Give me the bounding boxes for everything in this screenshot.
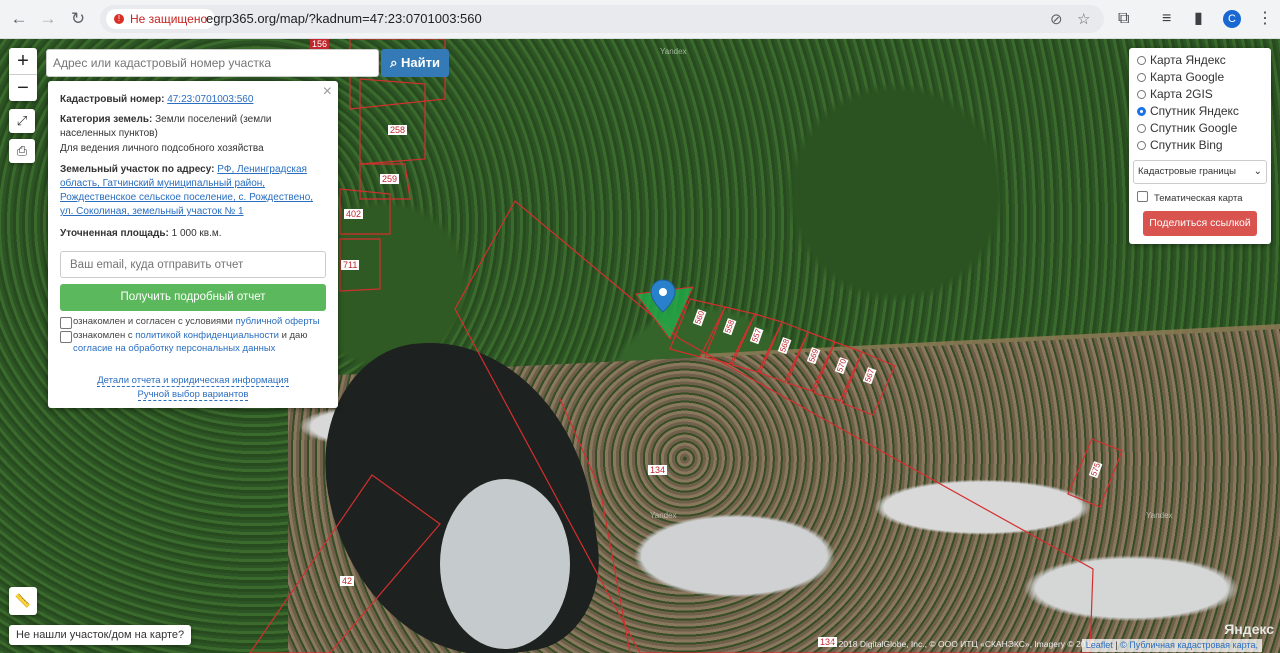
search-icon: ⌕ bbox=[390, 55, 398, 70]
radio-icon[interactable] bbox=[1137, 107, 1146, 116]
zoom-control: + − bbox=[9, 48, 37, 101]
search-input[interactable] bbox=[46, 49, 379, 77]
layer-option-bing-satellite[interactable]: Спутник Bing bbox=[1137, 138, 1223, 153]
usage-value: Для ведения личного подсобного хозяйства bbox=[60, 143, 264, 154]
layer-option-yandex-satellite[interactable]: Спутник Яндекс bbox=[1137, 104, 1239, 119]
cadastral-map-link[interactable]: © Публичная кадастровая карта, bbox=[1120, 640, 1258, 650]
map-attribution: Leaflet | © Публичная кадастровая карта, bbox=[1081, 639, 1262, 652]
parcel-label[interactable]: 258 bbox=[388, 125, 408, 135]
layer-option-yandex-map[interactable]: Карта Яндекс bbox=[1137, 53, 1226, 68]
layer-label: Спутник Яндекс bbox=[1150, 104, 1239, 118]
not-found-button[interactable]: Не нашли участок/дом на карте? bbox=[9, 625, 192, 645]
parcel-info-popup: × Кадастровый номер: 47:23:0701003:560 К… bbox=[48, 81, 338, 408]
zoom-in-button[interactable]: + bbox=[9, 48, 37, 74]
eye-off-icon[interactable]: ⊘ bbox=[1050, 10, 1063, 28]
thematic-map-toggle[interactable]: Тематическая карта bbox=[1137, 191, 1242, 205]
parcel-label[interactable]: 134 bbox=[648, 465, 668, 475]
layer-label: Спутник Bing bbox=[1150, 138, 1223, 152]
address-label: Земельный участок по адресу: bbox=[60, 164, 215, 175]
offer-checkbox[interactable] bbox=[60, 317, 72, 329]
profile-avatar[interactable]: C bbox=[1223, 10, 1241, 28]
layer-option-2gis-map[interactable]: Карта 2GIS bbox=[1137, 87, 1213, 102]
privacy-link[interactable]: политикой конфиденциальности bbox=[135, 330, 279, 341]
search-button-label: Найти bbox=[400, 55, 440, 70]
address-row: Земельный участок по адресу: РФ, Ленингр… bbox=[60, 163, 320, 219]
imagery-copyright: © 2018 DigitalGlobe, Inc., © ООО ИТЦ «СК… bbox=[830, 639, 1095, 649]
url-text[interactable]: egrp365.org/map/?kadnum=47:23:0701003:56… bbox=[206, 11, 482, 27]
reload-icon[interactable]: ↻ bbox=[67, 8, 89, 30]
back-icon[interactable]: ← bbox=[8, 8, 30, 30]
area-row: Уточненная площадь: 1 000 кв.м. bbox=[60, 227, 320, 241]
search-button[interactable]: ⌕ Найти bbox=[381, 49, 449, 77]
layer-label: Карта 2GIS bbox=[1150, 87, 1213, 101]
layer-option-google-map[interactable]: Карта Google bbox=[1137, 70, 1224, 85]
cadastral-number-link[interactable]: 47:23:0701003:560 bbox=[167, 94, 253, 105]
get-report-button[interactable]: Получить подробный отчет bbox=[60, 284, 326, 311]
extensions-icon[interactable]: ⧉ bbox=[1118, 9, 1129, 29]
manual-select-link[interactable]: Ручной выбор вариантов bbox=[48, 389, 338, 401]
attribution-separator: | bbox=[1115, 640, 1118, 650]
overlay-select-value: Кадастровые границы bbox=[1138, 166, 1236, 177]
details-link-text[interactable]: Детали отчета и юридическая информация bbox=[97, 375, 289, 387]
email-field[interactable] bbox=[60, 251, 326, 278]
print-icon[interactable]: ⎙ bbox=[9, 139, 35, 163]
radio-icon[interactable] bbox=[1137, 90, 1146, 99]
warning-icon: ! bbox=[114, 14, 124, 24]
privacy-consent-text: ознакомлен с политикой конфиденциальност… bbox=[73, 329, 323, 355]
parcel-label[interactable]: 711 bbox=[341, 260, 360, 270]
leaflet-link[interactable]: Leaflet bbox=[1086, 640, 1113, 650]
consent-text: ознакомлен и согласен с условиями bbox=[73, 316, 233, 327]
side-panel-icon[interactable]: ▮ bbox=[1194, 9, 1203, 29]
layer-switcher: Карта Яндекс Карта Google Карта 2GIS Спу… bbox=[1129, 48, 1271, 244]
details-link[interactable]: Детали отчета и юридическая информация bbox=[48, 375, 338, 387]
map-canvas[interactable]: Yandex Yandex Yandex 156 258 259 402 711… bbox=[0, 39, 1280, 653]
area-value: 1 000 кв.м. bbox=[171, 228, 222, 239]
parcel-label[interactable]: 402 bbox=[344, 209, 364, 219]
fullscreen-icon[interactable]: ⤢ bbox=[9, 109, 35, 133]
area-label: Уточненная площадь: bbox=[60, 228, 169, 239]
layer-label: Карта Google bbox=[1150, 70, 1225, 84]
star-icon[interactable]: ☆ bbox=[1077, 10, 1090, 28]
parcel-label[interactable]: 156 bbox=[310, 39, 330, 49]
cadastral-row: Кадастровый номер: 47:23:0701003:560 bbox=[60, 93, 320, 107]
layer-label: Спутник Google bbox=[1150, 121, 1238, 135]
address-bar[interactable]: ! Не защищено egrp365.org/map/?kadnum=47… bbox=[100, 5, 1104, 33]
yandex-logo: Яндекс bbox=[1224, 621, 1274, 637]
radio-icon[interactable] bbox=[1137, 124, 1146, 133]
zoom-out-button[interactable]: − bbox=[9, 74, 37, 101]
cadastral-label: Кадастровый номер: bbox=[60, 94, 165, 105]
ruler-icon[interactable]: 📏 bbox=[9, 587, 37, 615]
menu-icon[interactable]: ⋮ bbox=[1257, 9, 1273, 29]
share-link-button[interactable]: Поделиться ссылкой bbox=[1143, 211, 1257, 236]
security-chip[interactable]: ! Не защищено bbox=[106, 9, 216, 29]
security-label: Не защищено bbox=[130, 12, 208, 26]
privacy-checkbox[interactable] bbox=[60, 331, 72, 343]
radio-icon[interactable] bbox=[1137, 56, 1146, 65]
forward-icon[interactable]: → bbox=[37, 8, 59, 30]
layer-option-google-satellite[interactable]: Спутник Google bbox=[1137, 121, 1237, 136]
layer-label: Карта Яндекс bbox=[1150, 53, 1226, 67]
parcel-label[interactable]: 42 bbox=[340, 576, 355, 586]
data-processing-link[interactable]: согласие на обработку персональных данны… bbox=[73, 343, 275, 354]
offer-link[interactable]: публичной оферты bbox=[236, 316, 320, 327]
consent-text: и даю bbox=[281, 330, 308, 341]
chevron-down-icon: ⌄ bbox=[1253, 166, 1262, 177]
radio-icon[interactable] bbox=[1137, 141, 1146, 150]
offer-consent-text: ознакомлен и согласен с условиями публич… bbox=[73, 315, 323, 328]
radio-icon[interactable] bbox=[1137, 73, 1146, 82]
media-icon[interactable]: ≡ bbox=[1162, 9, 1171, 29]
browser-toolbar: ← → ↻ ! Не защищено egrp365.org/map/?kad… bbox=[0, 0, 1280, 39]
category-label: Категория земель: bbox=[60, 114, 153, 125]
close-icon[interactable]: × bbox=[323, 83, 332, 101]
parcel-label[interactable]: 259 bbox=[380, 174, 400, 184]
thematic-label: Тематическая карта bbox=[1154, 193, 1243, 204]
manual-link-text[interactable]: Ручной выбор вариантов bbox=[137, 389, 249, 401]
consent-text: ознакомлен с bbox=[73, 330, 133, 341]
checkbox-icon[interactable] bbox=[1137, 191, 1148, 202]
category-row: Категория земель: Земли поселений (земли… bbox=[60, 113, 320, 141]
overlay-select[interactable]: Кадастровые границы ⌄ bbox=[1133, 160, 1267, 184]
